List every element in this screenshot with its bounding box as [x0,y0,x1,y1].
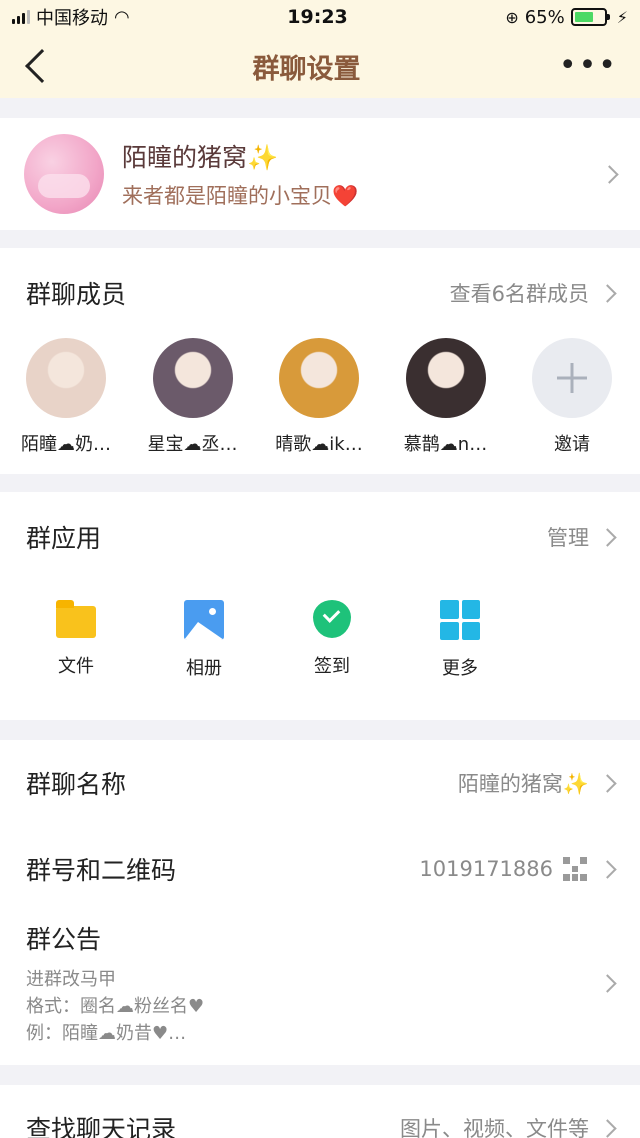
member-avatar [26,338,106,418]
battery-percent: 65% [524,6,565,28]
group-avatar [24,134,104,214]
members-section: 群聊成员 查看6名群成员 陌瞳☁奶… 星宝☁丞… 晴歌☁ik… 慕鹊☁n… 邀请 [0,248,640,474]
app-more[interactable]: 更多 [396,600,524,680]
notice-line: 格式：圈名☁粉丝名♥ [26,996,205,1017]
member-item[interactable]: 慕鹊☁n… [398,338,494,456]
chevron-right-icon [598,773,617,793]
manage-apps-link[interactable]: 管理 [547,522,589,552]
apps-header[interactable]: 群应用 管理 [0,492,640,582]
app-label: 文件 [58,656,94,677]
battery-icon [570,8,610,26]
group-name-label: 群聊名称 [26,770,127,799]
notice-line: 例：陌瞳☁奶昔♥… [26,1023,187,1044]
member-item[interactable]: 星宝☁丞… [145,338,241,456]
chevron-right-icon [598,859,617,879]
apps-section: 群应用 管理 文件 相册 签到 更多 [0,492,640,720]
app-label: 签到 [314,656,350,677]
grid-more-icon [440,600,480,640]
more-options-button[interactable]: ••• [559,51,618,81]
chevron-right-icon [600,164,619,184]
group-name-row[interactable]: 群聊名称 陌瞳的猪窝✨ [0,740,640,826]
member-avatar [152,338,233,418]
search-history-section: 查找聊天记录 图片、视频、文件等 [0,1085,640,1138]
member-list: 陌瞳☁奶… 星宝☁丞… 晴歌☁ik… 慕鹊☁n… 邀请 [0,338,640,474]
check-in-icon [313,600,351,638]
view-members-link[interactable]: 查看6名群成员 [450,278,589,308]
notice-content: 群公告 进群改马甲 格式：圈名☁粉丝名♥ 例：陌瞳☁奶昔♥… [26,920,204,1047]
member-item[interactable]: 晴歌☁ik… [271,338,367,456]
group-notice-row[interactable]: 群公告 进群改马甲 格式：圈名☁粉丝名♥ 例：陌瞳☁奶昔♥… [0,912,640,1065]
page-title: 群聊设置 [252,53,361,85]
member-avatar [279,338,359,418]
charging-icon: ⚡ [616,7,628,27]
group-description: 来者都是陌瞳的小宝贝❤️ [122,184,359,208]
chevron-right-icon [598,1118,617,1138]
chevron-right-icon [598,974,617,993]
member-name: 陌瞳☁奶… [21,434,111,455]
member-item[interactable]: 陌瞳☁奶… [18,338,114,456]
back-button[interactable] [25,49,59,83]
nav-bar: 群聊设置 ••• [0,34,640,98]
clock: 19:23 [287,6,348,28]
search-history-label: 查找聊天记录 [26,1115,177,1138]
chevron-right-icon [598,527,617,547]
group-number-value: 1019171886 [419,857,553,881]
group-number-row[interactable]: 群号和二维码 1019171886 [0,826,640,912]
app-label: 更多 [442,658,478,679]
plus-icon [532,338,612,418]
group-name: 陌瞳的猪窝✨ [122,143,279,172]
app-album[interactable]: 相册 [140,600,268,680]
members-label: 群聊成员 [26,280,127,309]
group-name-value: 陌瞳的猪窝✨ [457,772,589,796]
app-files[interactable]: 文件 [12,600,140,680]
settings-list: 群聊名称 陌瞳的猪窝✨ 群号和二维码 1019171886 群公告 进群改马甲 … [0,740,640,1065]
carrier-label: 中国移动 [36,8,108,29]
signal-icon [12,10,30,24]
member-name: 慕鹊☁n… [403,434,488,455]
app-check-in[interactable]: 签到 [268,600,396,680]
member-name: 晴歌☁ik… [275,434,363,455]
chevron-right-icon [598,283,617,303]
rotation-lock-icon: ⊕ [505,7,519,27]
apps-label: 群应用 [26,524,102,553]
member-name: 星宝☁丞… [147,434,238,455]
notice-line: 进群改马甲 [26,969,116,990]
invite-label: 邀请 [554,434,590,455]
qr-code-icon [563,857,587,881]
photo-icon [184,600,224,640]
group-number-label: 群号和二维码 [26,856,177,885]
app-grid: 文件 相册 签到 更多 [0,582,640,720]
members-header[interactable]: 群聊成员 查看6名群成员 [0,248,640,338]
group-profile-text: 陌瞳的猪窝✨ 来者都是陌瞳的小宝贝❤️ [122,138,591,210]
group-profile-row[interactable]: 陌瞳的猪窝✨ 来者都是陌瞳的小宝贝❤️ [0,118,640,230]
member-avatar [405,338,486,418]
wifi-icon: ◠ [114,6,130,28]
notice-label: 群公告 [26,925,102,954]
status-right: ⊕ 65% ⚡ [505,7,628,28]
battery-fill [574,12,593,22]
search-history-row[interactable]: 查找聊天记录 图片、视频、文件等 [0,1085,640,1138]
invite-member-button[interactable]: 邀请 [524,338,620,456]
folder-icon [56,600,96,638]
search-history-hint: 图片、视频、文件等 [400,1117,589,1138]
status-left: 中国移动 ◠ [12,4,130,30]
app-label: 相册 [186,658,222,679]
status-bar: 中国移动 ◠ 19:23 ⊕ 65% ⚡ [0,0,640,34]
